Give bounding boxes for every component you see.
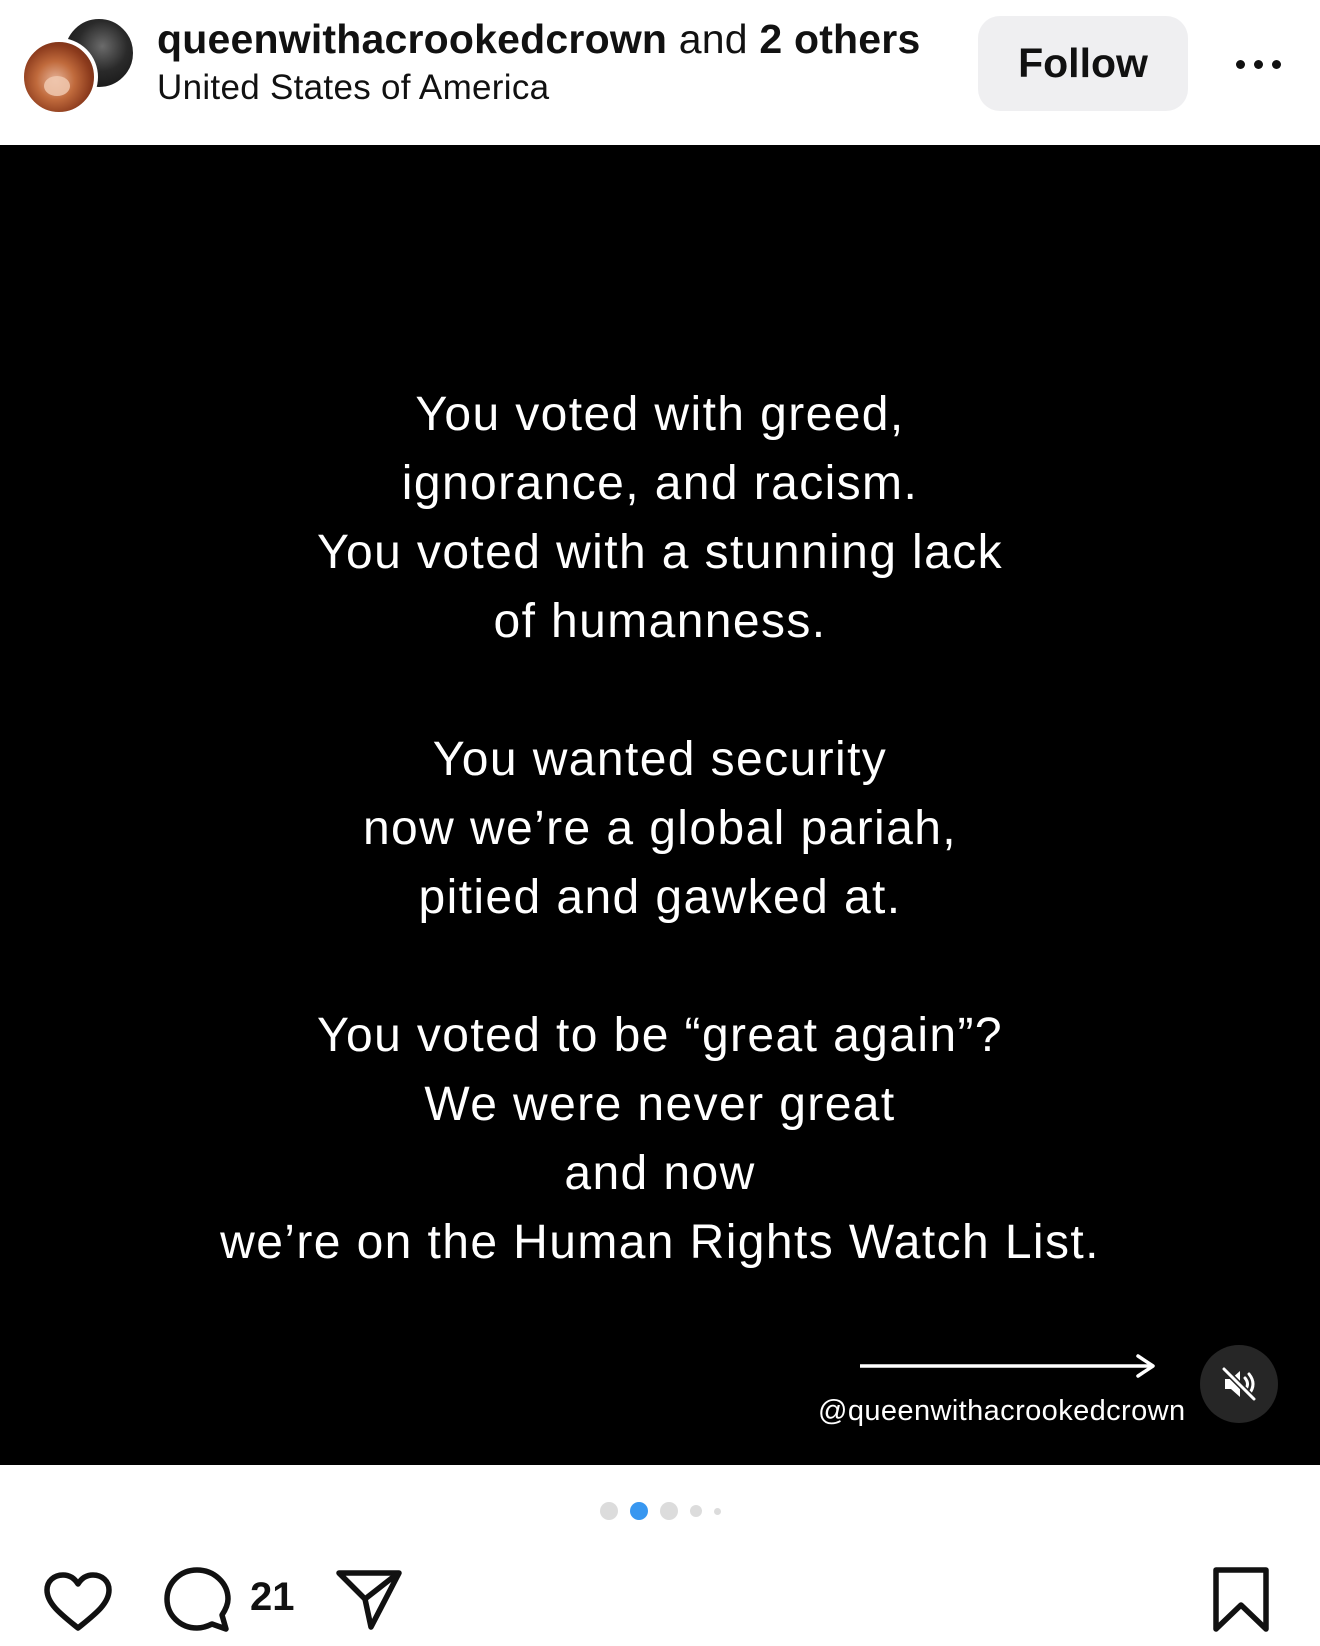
send-icon xyxy=(336,1570,402,1630)
more-options-button[interactable] xyxy=(1228,44,1288,84)
author-avatar[interactable] xyxy=(20,38,98,116)
post-text-line: You voted with greed, xyxy=(415,388,905,441)
carousel-dot xyxy=(713,1507,721,1515)
post-text-line: and now xyxy=(564,1147,756,1200)
watermark-handle: @queenwithacrookedcrown xyxy=(818,1395,1186,1427)
post-text-line: You voted with a stunning lack xyxy=(317,526,1003,579)
post-paragraph: You voted with greed, ignorance, and raci… xyxy=(0,380,1320,656)
post-text-line: of humanness. xyxy=(493,595,827,648)
post-text-line: now we’re a global pariah, xyxy=(362,802,958,855)
coauthor-connector: and xyxy=(678,16,748,62)
heart-icon xyxy=(44,1572,112,1631)
post-text-line: You wanted security xyxy=(432,733,888,786)
post-text-line: pitied and gawked at. xyxy=(418,871,902,924)
comment-count[interactable]: 21 xyxy=(250,1575,295,1620)
volume-muted-icon xyxy=(1221,1366,1257,1402)
carousel-dot xyxy=(689,1505,702,1517)
post-text-line: You voted to be “great again”? xyxy=(316,1009,1004,1062)
carousel-dot xyxy=(659,1502,678,1520)
carousel-indicator xyxy=(0,1499,1320,1523)
more-horizontal-icon xyxy=(1253,59,1263,69)
post-paragraph: You wanted security now we’re a global pa… xyxy=(0,725,1320,932)
post-text-line: we’re on the Human Rights Watch List. xyxy=(220,1216,1100,1269)
post-paragraph: You voted to be “great again”? We were ne… xyxy=(0,1001,1320,1277)
arrow-right-icon xyxy=(860,1354,1155,1378)
carousel-dot-active xyxy=(629,1502,648,1520)
author-username[interactable]: queenwithacrookedcrown xyxy=(157,16,667,62)
comment-icon xyxy=(164,1567,231,1632)
post-text-line: We were never great xyxy=(424,1078,896,1131)
action-bar: 21 xyxy=(0,1545,1320,1646)
carousel-dot xyxy=(599,1502,618,1520)
comment-button[interactable] xyxy=(162,1565,232,1635)
post-media[interactable]: You voted with greed, ignorance, and raci… xyxy=(0,145,1320,1465)
save-button[interactable] xyxy=(1210,1565,1272,1635)
share-button[interactable] xyxy=(334,1567,404,1633)
like-button[interactable] xyxy=(40,1567,116,1637)
coauthors-link[interactable]: 2 others xyxy=(759,16,920,62)
post-text-line: ignorance, and racism. xyxy=(401,457,919,510)
post-location[interactable]: United States of America xyxy=(157,68,549,108)
follow-button[interactable]: Follow xyxy=(978,16,1188,111)
mute-toggle-button[interactable] xyxy=(1200,1345,1278,1423)
author-line: queenwithacrookedcrown and 2 others xyxy=(157,16,920,63)
post-text: You voted with greed, ignorance, and raci… xyxy=(0,380,1320,1277)
collab-avatars[interactable] xyxy=(20,14,136,116)
bookmark-icon xyxy=(1213,1567,1269,1632)
more-horizontal-icon xyxy=(1271,59,1281,69)
more-horizontal-icon xyxy=(1235,59,1245,69)
post-header: queenwithacrookedcrown and 2 others Unit… xyxy=(0,0,1320,145)
